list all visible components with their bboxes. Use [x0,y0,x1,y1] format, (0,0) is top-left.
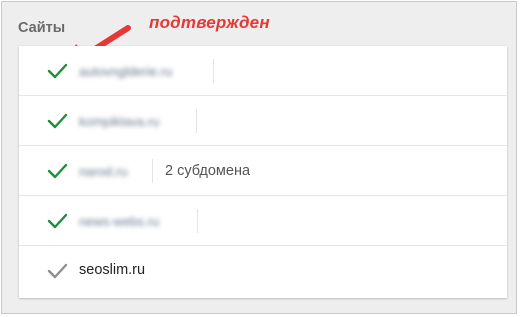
screenshot-frame: Сайты подтвержден autovnglderie.ru kompi… [1,1,517,314]
annotation-label: подтвержден [149,13,270,32]
site-row[interactable]: seoslim.ru [19,246,507,296]
site-domain[interactable]: narod.ru [79,164,127,179]
section-title: Сайты [18,20,66,36]
separator [152,159,153,183]
separator [197,209,198,233]
sites-card: autovnglderie.ru kompiklava.ru narod.ru … [19,46,507,298]
site-domain[interactable]: seoslim.ru [79,262,145,278]
check-icon [47,113,68,129]
check-icon [47,163,68,179]
site-row[interactable]: narod.ru 2 субдомена [19,146,507,196]
separator [196,109,197,133]
check-icon [47,63,68,79]
check-icon [47,263,68,279]
subdomain-count[interactable]: 2 субдомена [165,163,250,179]
site-row[interactable]: kompiklava.ru [19,96,507,146]
site-row[interactable]: autovnglderie.ru [19,46,507,96]
check-icon [47,213,68,229]
separator [213,59,214,83]
site-domain[interactable]: kompiklava.ru [79,114,159,129]
site-domain[interactable]: news-webs.ru [79,214,159,229]
site-domain[interactable]: autovnglderie.ru [79,64,172,79]
site-row[interactable]: news-webs.ru [19,196,507,246]
